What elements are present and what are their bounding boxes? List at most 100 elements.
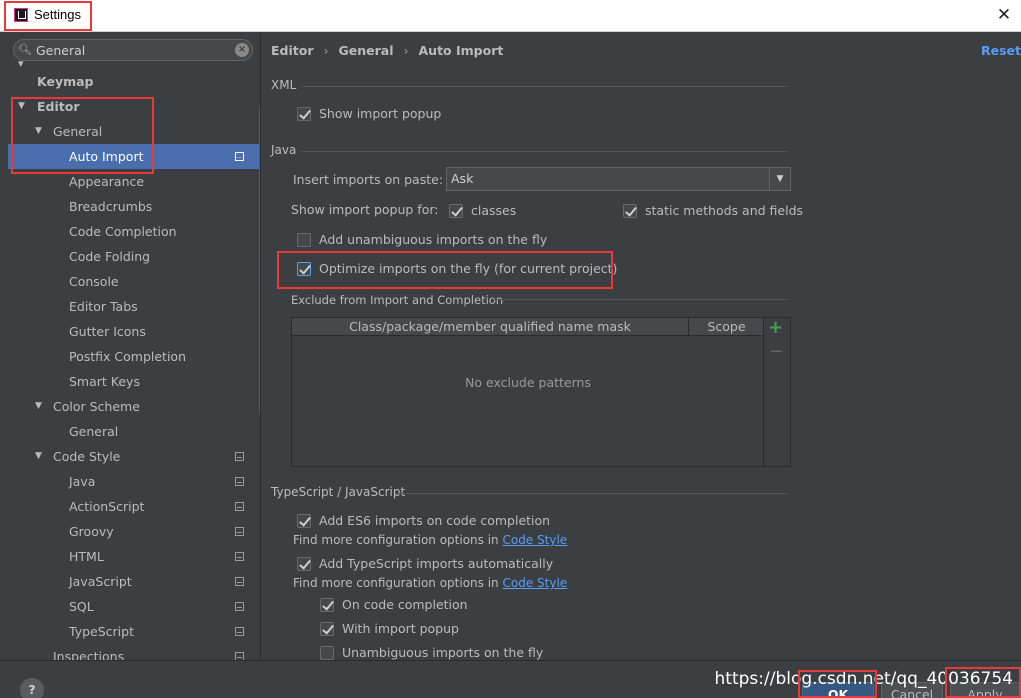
help-icon[interactable]: ?: [20, 678, 44, 698]
unambiguous-imports-checkbox[interactable]: [320, 646, 334, 660]
tree-item-label: Code Completion: [69, 224, 177, 239]
code-style-link[interactable]: Code Style: [503, 533, 568, 547]
project-settings-icon: [235, 152, 244, 161]
tree-item-keymap[interactable]: Keymap: [8, 69, 260, 94]
tree-item-label: SQL: [69, 599, 94, 614]
tree-item-code-style-typescript[interactable]: TypeScript: [8, 619, 260, 644]
project-settings-icon: [235, 577, 244, 586]
tree-item-code-style-javascript[interactable]: JavaScript: [8, 569, 260, 594]
tree-item-label: Java: [69, 474, 96, 489]
breadcrumb-item: General: [338, 43, 394, 58]
tree-item-label: ActionScript: [69, 499, 145, 514]
breadcrumb-separator: ›: [403, 43, 409, 58]
show-import-popup-xml-checkbox[interactable]: [297, 107, 311, 121]
tree-item-gutter-icons[interactable]: Gutter Icons: [8, 319, 260, 344]
tree-item-label: Breadcrumbs: [69, 199, 153, 214]
project-settings-icon: [235, 602, 244, 611]
project-settings-icon: [235, 527, 244, 536]
tree-item-code-style[interactable]: ▼ Code Style: [8, 444, 260, 469]
tree-item-postfix-completion[interactable]: Postfix Completion: [8, 344, 260, 369]
tree-item-code-style-java[interactable]: Java: [8, 469, 260, 494]
auto-import-panel: Editor › General › Auto Import Reset XML Sho…: [261, 33, 1021, 660]
table-header: Class/package/member qualified name mask…: [292, 318, 764, 336]
column-header-scope[interactable]: Scope: [689, 318, 764, 336]
tree-item-console[interactable]: Console: [8, 269, 260, 294]
insert-imports-dropdown[interactable]: Ask ▼: [446, 167, 791, 191]
tree-item-code-completion[interactable]: Code Completion: [8, 219, 260, 244]
checkbox-label: Add unambiguous imports on the fly: [319, 232, 548, 247]
tree-item-inspections[interactable]: Inspections: [8, 644, 260, 660]
search-box[interactable]: 🔍︎▾ ×: [13, 39, 253, 70]
empty-table-text: No exclude patterns: [465, 375, 591, 390]
code-style-hint: Find more configuration options in Code …: [293, 576, 567, 590]
breadcrumb-item: Auto Import: [418, 43, 504, 58]
expand-arrow-icon[interactable]: ▼: [35, 394, 42, 419]
tree-item-smart-keys[interactable]: Smart Keys: [8, 369, 260, 394]
project-settings-icon: [235, 452, 244, 461]
remove-icon[interactable]: −: [769, 342, 784, 362]
tree-item-code-style-html[interactable]: HTML: [8, 544, 260, 569]
expand-arrow-icon[interactable]: ▼: [35, 444, 42, 469]
close-icon[interactable]: ✕: [993, 4, 1015, 26]
project-settings-icon: [235, 552, 244, 561]
add-icon[interactable]: +: [768, 318, 783, 338]
hint-text: Find more configuration options in: [293, 576, 499, 590]
tree-item-code-folding[interactable]: Code Folding: [8, 244, 260, 269]
expand-arrow-icon[interactable]: ▼: [35, 119, 42, 144]
tree-item-label: Color Scheme: [53, 399, 140, 414]
tree-item-label: HTML: [69, 549, 104, 564]
section-divider: [396, 493, 788, 494]
reset-link[interactable]: Reset: [981, 43, 1021, 58]
checkbox-label: Unambiguous imports on the fly: [342, 645, 544, 660]
tree-item-color-scheme-general[interactable]: General: [8, 419, 260, 444]
clear-search-icon[interactable]: ×: [235, 43, 249, 57]
tree-item-editor-tabs[interactable]: Editor Tabs: [8, 294, 260, 319]
tree-item-label: Inspections: [53, 649, 125, 660]
tree-item-label: Editor Tabs: [69, 299, 138, 314]
search-icon[interactable]: 🔍︎▾: [18, 43, 34, 70]
tree-item-code-style-actionscript[interactable]: ActionScript: [8, 494, 260, 519]
tree-item-appearance[interactable]: Appearance: [8, 169, 260, 194]
tree-item-color-scheme[interactable]: ▼ Color Scheme: [8, 394, 260, 419]
add-typescript-imports-checkbox[interactable]: [297, 557, 311, 571]
tree-item-code-style-sql[interactable]: SQL: [8, 594, 260, 619]
code-style-hint: Find more configuration options in Code …: [293, 533, 567, 547]
search-input[interactable]: [36, 41, 226, 59]
exclude-title: Exclude from Import and Completion: [291, 293, 504, 307]
with-import-popup-checkbox[interactable]: [320, 622, 334, 636]
classes-checkbox[interactable]: [449, 204, 463, 218]
column-header-mask[interactable]: Class/package/member qualified name mask: [292, 318, 689, 336]
dialog-button-bar: ? OK Cancel Apply https://blog.csdn.net/…: [0, 660, 1021, 698]
optimize-imports-checkbox[interactable]: [297, 262, 311, 276]
project-settings-icon: [235, 477, 244, 486]
dropdown-arrow-icon[interactable]: ▼: [769, 168, 790, 190]
section-title-xml: XML: [271, 78, 297, 92]
section-title-java: Java: [271, 143, 297, 157]
breadcrumb-item: Editor: [271, 43, 314, 58]
tree-item-label: Code Style: [53, 449, 121, 464]
expand-arrow-icon[interactable]: ▼: [18, 94, 25, 119]
tree-item-label: Postfix Completion: [69, 349, 186, 364]
tree-item-editor-general[interactable]: ▼ General: [8, 119, 260, 144]
tree-item-label: Gutter Icons: [69, 324, 146, 339]
breadcrumb: Editor › General › Auto Import: [271, 43, 503, 58]
tree-item-label: Keymap: [37, 74, 94, 89]
static-methods-checkbox[interactable]: [623, 204, 637, 218]
checkbox-label: Add TypeScript imports automatically: [319, 556, 554, 571]
tree-item-editor[interactable]: ▼ Editor: [8, 94, 260, 119]
code-style-link[interactable]: Code Style: [503, 576, 568, 590]
tree-item-breadcrumbs[interactable]: Breadcrumbs: [8, 194, 260, 219]
tree-item-label: Editor: [37, 99, 80, 114]
tree-item-label: JavaScript: [69, 574, 132, 589]
project-settings-icon: [235, 652, 244, 660]
checkbox-label: On code completion: [342, 597, 468, 612]
settings-sidebar: 🔍︎▾ × Keymap ▼ Editor ▼ General Auto Imp…: [8, 33, 260, 660]
add-es6-imports-checkbox[interactable]: [297, 514, 311, 528]
add-unambiguous-checkbox[interactable]: [297, 233, 311, 247]
tree-item-auto-import[interactable]: Auto Import: [8, 144, 260, 169]
project-settings-icon: [235, 627, 244, 636]
tree-item-label: Smart Keys: [69, 374, 140, 389]
tree-item-code-style-groovy[interactable]: Groovy: [8, 519, 260, 544]
on-code-completion-checkbox[interactable]: [320, 598, 334, 612]
watermark-url: https://blog.csdn.net/qq_40036754: [714, 669, 1013, 689]
